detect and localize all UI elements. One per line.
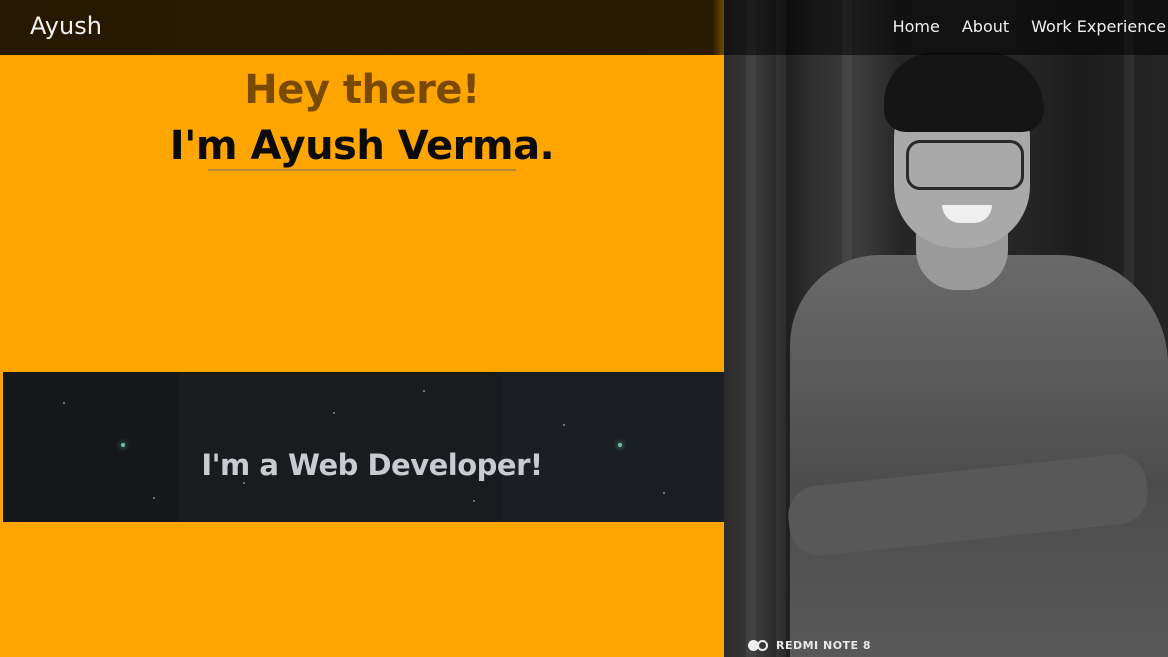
camera-watermark-text: REDMI NOTE 8	[776, 639, 872, 652]
nav-link-about[interactable]: About	[962, 17, 1009, 36]
curtain-fold	[746, 0, 756, 657]
curtain-fold	[776, 0, 786, 657]
hero-heading: Hey there! I'm Ayush Verma.	[0, 55, 724, 171]
camera-dots-icon	[748, 640, 768, 651]
intro-text: I'm Ayush Verma.	[169, 123, 555, 169]
starry-banner: I'm a Web Developer!	[3, 372, 724, 522]
camera-watermark: REDMI NOTE 8	[748, 639, 871, 652]
banner-segment	[502, 372, 724, 522]
top-navbar: Ayush Home About Work Experience	[0, 0, 1168, 55]
star	[663, 492, 665, 494]
web-developer-text: I'm a Web Developer!	[201, 448, 543, 482]
hero-panel: Hey there! I'm Ayush Verma. I'm a Web De…	[0, 0, 724, 657]
photo-hair	[884, 52, 1044, 132]
star	[153, 497, 155, 499]
greeting-heading: Hey there!	[244, 67, 480, 113]
intro-heading: I'm Ayush Verma.	[169, 123, 555, 171]
star	[243, 482, 245, 484]
nav-link-work-experience[interactable]: Work Experience	[1031, 17, 1166, 36]
star	[563, 424, 565, 426]
star	[333, 412, 335, 414]
star	[423, 390, 425, 392]
intro-underline	[207, 169, 517, 171]
star	[618, 443, 622, 447]
nav-link-home[interactable]: Home	[893, 17, 940, 36]
star	[473, 500, 475, 502]
profile-photo: REDMI NOTE 8	[724, 0, 1168, 657]
photo-glasses	[906, 140, 1024, 190]
nav-menu: Home About Work Experience	[893, 17, 1166, 36]
brand-link[interactable]: Ayush	[30, 12, 102, 40]
banner-segment	[179, 372, 502, 522]
star	[63, 402, 65, 404]
star	[121, 443, 125, 447]
